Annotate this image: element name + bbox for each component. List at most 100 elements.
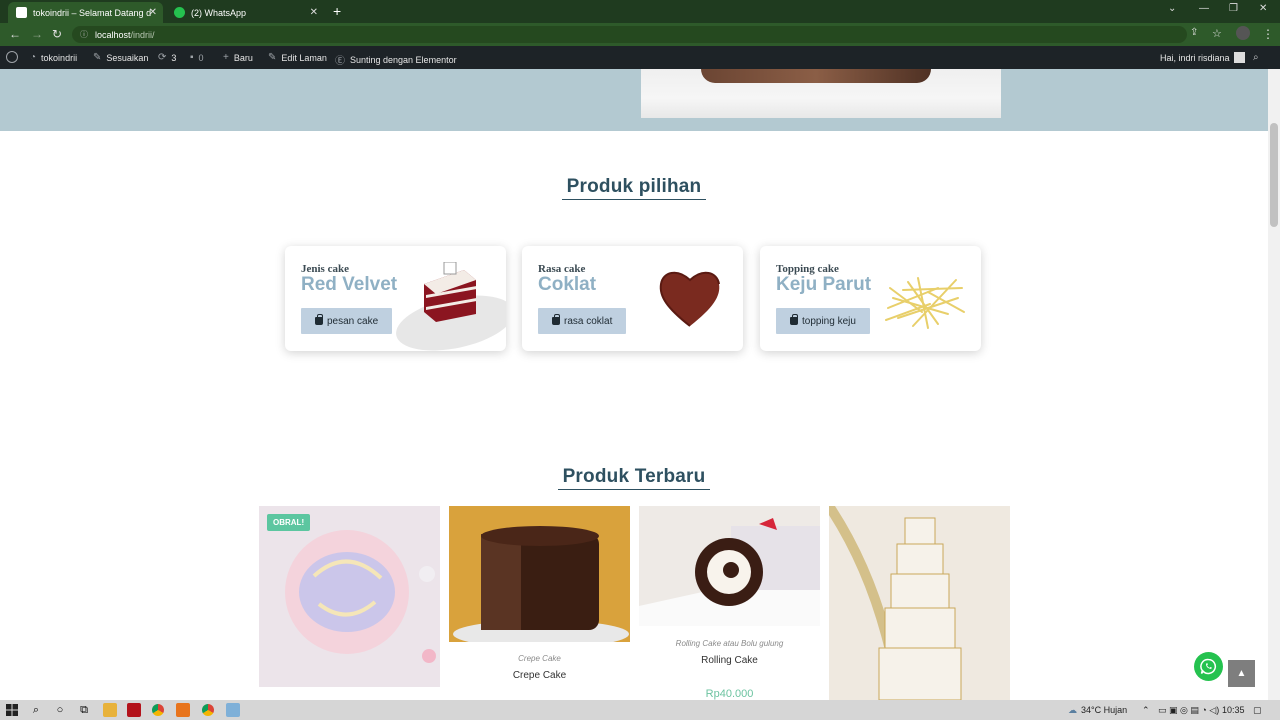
product-name[interactable]: Crepe Cake bbox=[449, 670, 630, 681]
chrome-icon[interactable] bbox=[151, 703, 165, 717]
wp-admin-bar: ◔ tokoindrii ✎ Sesuaikan ⟳ 3 ▪ 0 + Baru … bbox=[0, 46, 1280, 69]
page-favicon-icon bbox=[16, 7, 27, 18]
updates-icon: ⟳ bbox=[158, 52, 167, 63]
forward-icon[interactable]: → bbox=[31, 27, 43, 41]
wordpress-logo-icon[interactable] bbox=[6, 51, 18, 63]
grated-cheese-image bbox=[885, 277, 965, 329]
category-card-red-velvet: Jenis cake Red Velvet pesan cake bbox=[285, 246, 506, 351]
plus-icon: + bbox=[223, 52, 229, 63]
url-path: /indrii/ bbox=[130, 29, 155, 40]
chrome-active-icon[interactable] bbox=[201, 703, 215, 717]
bookmark-star-icon[interactable]: ☆ bbox=[1212, 27, 1222, 40]
card-name: Keju Parut bbox=[776, 274, 872, 295]
category-card-coklat: Rasa cake Coklat rasa coklat bbox=[522, 246, 743, 351]
site-name-link[interactable]: ◔ tokoindrii bbox=[30, 52, 77, 63]
customize-link[interactable]: ✎ Sesuaikan bbox=[93, 52, 148, 63]
product-image[interactable] bbox=[639, 506, 820, 626]
card-name: Red Velvet bbox=[301, 274, 398, 295]
comments-link[interactable]: ▪ 0 bbox=[190, 52, 204, 63]
scroll-to-top-button[interactable]: ▲ bbox=[1228, 660, 1255, 687]
greeting-label: Hai, indri risdiana bbox=[1160, 52, 1230, 63]
updates-count: 3 bbox=[171, 52, 177, 63]
chevron-up-icon: ▲ bbox=[1236, 668, 1247, 679]
reload-icon[interactable]: ↻ bbox=[52, 27, 62, 41]
edit-page-link[interactable]: ✎ Edit Laman bbox=[268, 52, 327, 63]
site-name-label: tokoindrii bbox=[41, 52, 78, 63]
windows-start-icon[interactable] bbox=[5, 703, 19, 717]
tab-search-icon[interactable]: ⌄ bbox=[1168, 3, 1176, 14]
cortana-icon[interactable]: ○ bbox=[53, 703, 67, 717]
notification-icon[interactable]: ▢ bbox=[1253, 705, 1262, 716]
profile-avatar[interactable] bbox=[1236, 26, 1250, 40]
app-blue-icon[interactable] bbox=[226, 703, 240, 717]
file-explorer-icon[interactable] bbox=[103, 703, 117, 717]
category-card-keju-parut: Topping cake Keju Parut topping keju bbox=[760, 246, 981, 351]
task-view-icon[interactable]: ⧉ bbox=[77, 703, 91, 717]
pesan-cake-button[interactable]: pesan cake bbox=[301, 308, 393, 334]
account-menu[interactable]: Hai, indri risdiana bbox=[1160, 52, 1245, 63]
weather-widget[interactable]: ☁ 34°C Hujan bbox=[1068, 705, 1127, 716]
tray-icons[interactable]: ▭ ▣ ◎ ▤ ◔ ◁) bbox=[1158, 705, 1219, 716]
scrollbar-thumb[interactable] bbox=[1270, 123, 1278, 227]
updates-link[interactable]: ⟳ 3 bbox=[158, 52, 176, 63]
taskbar: ⌕ ○ ⧉ ☁ 34°C Hujan ⌃ ▭ ▣ ◎ ▤ ◔ ◁) 10:35 ▢ bbox=[0, 700, 1280, 720]
site-info-icon[interactable]: ⓘ bbox=[80, 29, 88, 40]
xampp-icon[interactable] bbox=[176, 703, 190, 717]
weather-label: 34°C Hujan bbox=[1081, 705, 1128, 715]
share-icon[interactable]: ⇪ bbox=[1190, 27, 1198, 38]
user-avatar bbox=[1233, 52, 1245, 63]
app-red-icon[interactable] bbox=[127, 703, 141, 717]
new-label: Baru bbox=[233, 52, 253, 63]
close-tab-icon[interactable]: ✕ bbox=[149, 7, 157, 18]
back-icon[interactable]: ← bbox=[9, 27, 21, 41]
product-name[interactable]: Rolling Cake bbox=[639, 655, 820, 666]
restore-button[interactable]: ❐ bbox=[1229, 3, 1238, 14]
address-bar-row: ← → ↻ ⓘ localhost/indrii/ ⇪ ☆ ⋮ bbox=[0, 23, 1280, 46]
close-tab-icon[interactable]: ✕ bbox=[310, 7, 318, 18]
hero-section bbox=[0, 69, 1268, 131]
product-category[interactable]: Crepe Cake bbox=[449, 654, 630, 663]
product-image[interactable] bbox=[829, 506, 1010, 700]
pencil-icon: ✎ bbox=[268, 52, 277, 63]
latest-title-text: Produk Terbaru bbox=[557, 466, 711, 490]
button-label: rasa coklat bbox=[564, 315, 613, 327]
url-host: localhost bbox=[95, 29, 131, 40]
tab-title: tokoindrii – Selamat Datang di to bbox=[33, 7, 151, 18]
button-label: topping keju bbox=[802, 315, 856, 327]
browser-tab-strip: tokoindrii – Selamat Datang di to ✕ (2) … bbox=[0, 0, 1280, 23]
rasa-coklat-button[interactable]: rasa coklat bbox=[538, 308, 627, 334]
tab-tokoindrii[interactable]: tokoindrii – Selamat Datang di to ✕ bbox=[8, 2, 163, 23]
whatsapp-chat-button[interactable] bbox=[1194, 652, 1223, 681]
whatsapp-favicon-icon bbox=[174, 7, 185, 18]
topping-keju-button[interactable]: topping keju bbox=[776, 308, 870, 334]
browser-menu-icon[interactable]: ⋮ bbox=[1262, 27, 1274, 41]
shopping-bag-icon bbox=[552, 314, 560, 325]
new-tab-button[interactable]: + bbox=[333, 3, 341, 19]
comments-count: 0 bbox=[198, 52, 204, 63]
minimize-button[interactable]: — bbox=[1199, 3, 1209, 14]
dashboard-icon: ◔ bbox=[30, 52, 37, 63]
elementor-edit-link[interactable]: Ⓔ Sunting dengan Elementor bbox=[335, 52, 457, 68]
page-scrollbar[interactable] bbox=[1268, 69, 1280, 700]
clock[interactable]: 10:35 bbox=[1222, 705, 1245, 715]
sale-badge: OBRAL! bbox=[267, 514, 311, 531]
button-label: pesan cake bbox=[327, 315, 379, 327]
featured-section-title: Produk pilihan bbox=[0, 176, 1268, 200]
url-input[interactable]: ⓘ localhost/indrii/ bbox=[72, 26, 1187, 43]
brush-icon: ✎ bbox=[93, 52, 102, 63]
tab-whatsapp[interactable]: (2) WhatsApp ✕ bbox=[166, 2, 324, 23]
card-name: Coklat bbox=[538, 274, 597, 295]
product-image[interactable] bbox=[449, 506, 630, 642]
hero-cake-image bbox=[641, 69, 1001, 118]
red-velvet-cake-image bbox=[424, 262, 476, 322]
search-icon[interactable]: ⌕ bbox=[29, 703, 43, 717]
product-category[interactable]: Rolling Cake atau Bolu gulung bbox=[639, 639, 820, 648]
close-window-button[interactable]: ✕ bbox=[1259, 3, 1267, 14]
product-image[interactable]: OBRAL! bbox=[259, 506, 440, 687]
product-price: Rp40.000 bbox=[705, 688, 754, 700]
new-content-link[interactable]: + Baru bbox=[223, 52, 253, 63]
cloud-rain-icon: ☁ bbox=[1068, 705, 1077, 715]
search-icon[interactable]: ⌕ bbox=[1253, 52, 1264, 63]
shopping-bag-icon bbox=[315, 314, 323, 325]
show-hidden-icons-chevron-icon[interactable]: ⌃ bbox=[1142, 705, 1150, 716]
